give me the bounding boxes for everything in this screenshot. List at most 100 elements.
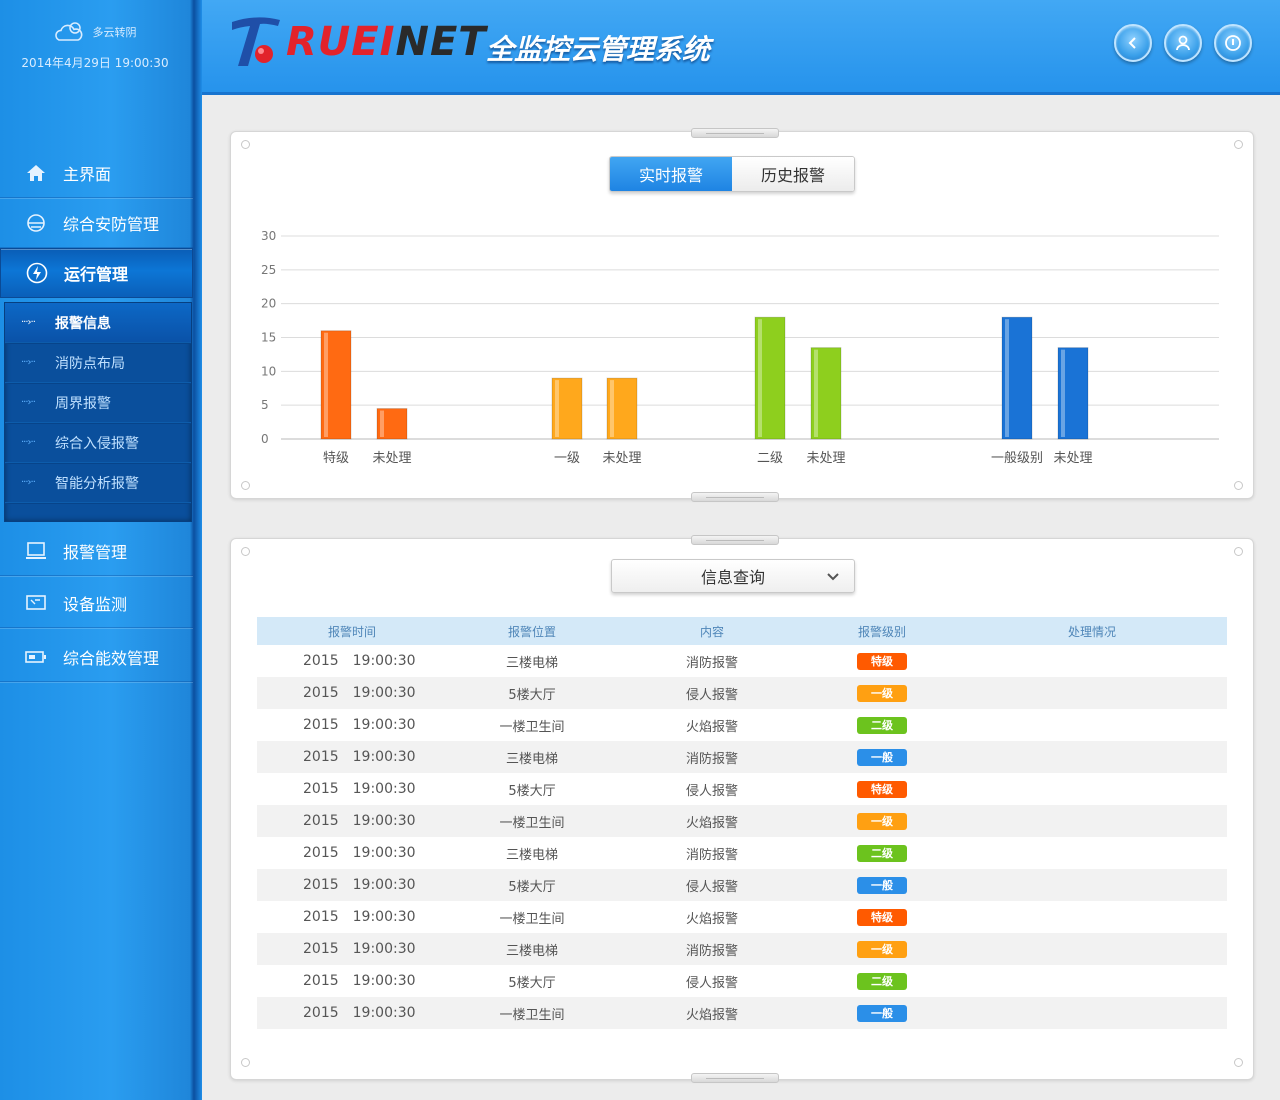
nav-label: 综合安防管理 bbox=[63, 214, 160, 234]
cell-content: 消防报警 bbox=[685, 847, 738, 863]
alarm-bar-chart: 051015202530特级 未处理 一级 未处理 二级 未处理 一般级别 未处理 bbox=[261, 229, 1219, 466]
subnav-label: 消防点布局 bbox=[55, 355, 125, 372]
cell-content: 侵人报警 bbox=[617, 677, 807, 709]
cell-location: 三楼电梯 bbox=[447, 933, 617, 965]
panel-rivet bbox=[1234, 1058, 1243, 1067]
cell-content: 侵人报警 bbox=[685, 975, 738, 991]
table-header-row: 报警时间 报警位置 内容 报警级别 处理情况 bbox=[257, 617, 1227, 645]
time-clock: 19:00:30 bbox=[352, 781, 416, 797]
time-date: 2015 bbox=[303, 813, 339, 829]
y-tick-label: 0 bbox=[261, 432, 269, 446]
table-row[interactable]: 2015 19:00:30 5楼大厅 侵人报警 一般 bbox=[257, 869, 1227, 901]
cell-level: 二级 bbox=[807, 709, 957, 741]
cell-level: 特级 bbox=[807, 645, 957, 677]
cell-content: 消防报警 bbox=[617, 741, 807, 773]
subnav-item-perimeter[interactable]: ···›·· 周界报警 bbox=[5, 383, 191, 423]
cell-time: 2015 19:00:30 bbox=[257, 709, 447, 741]
nav-label: 运行管理 bbox=[64, 265, 129, 284]
bar-highlight bbox=[1061, 349, 1065, 437]
nav-item-device-monitor[interactable]: 设备监测 bbox=[0, 578, 193, 628]
cell-status bbox=[957, 997, 1227, 1029]
cell-status bbox=[957, 709, 1227, 741]
subnav-item-intrusion[interactable]: ···›·· 综合入侵报警 bbox=[5, 423, 191, 463]
cell-level: 一级 bbox=[807, 933, 957, 965]
cell-time: 2015 19:00:30 bbox=[257, 805, 447, 837]
table-row[interactable]: 2015 19:00:30 一楼卫生间 火焰报警 特级 bbox=[257, 901, 1227, 933]
nav-item-operations[interactable]: 运行管理 bbox=[0, 248, 193, 298]
cell-level: 二级 bbox=[807, 965, 957, 997]
nav-item-alarm-mgmt[interactable]: 报警管理 bbox=[0, 526, 193, 576]
y-tick-label: 15 bbox=[261, 331, 276, 345]
cell-content: 消防报警 bbox=[617, 933, 807, 965]
brand-logo: RUEINET bbox=[226, 14, 487, 70]
time-date: 2015 bbox=[303, 653, 339, 669]
panel-rivet bbox=[241, 1058, 250, 1067]
cell-time: 2015 19:00:30 bbox=[257, 965, 447, 997]
cell-location: 三楼电梯 bbox=[505, 847, 558, 863]
level-badge: 一级 bbox=[857, 684, 907, 702]
chevron-right-icon: ···›·· bbox=[21, 317, 36, 328]
time-clock: 19:00:30 bbox=[352, 845, 416, 861]
table-row[interactable]: 2015 19:00:30 三楼电梯 消防报警 特级 bbox=[257, 645, 1227, 677]
cell-time: 2015 19:00:30 bbox=[257, 933, 447, 965]
cell-content: 侵人报警 bbox=[685, 783, 738, 799]
time-clock: 19:00:30 bbox=[352, 813, 416, 829]
nav-item-energy[interactable]: 综合能效管理 bbox=[0, 632, 193, 682]
cell-status bbox=[957, 805, 1227, 837]
cell-content: 火焰报警 bbox=[685, 911, 738, 927]
logo-text-red: RUEI bbox=[286, 19, 396, 65]
cell-time: 2015 19:00:30 bbox=[257, 869, 447, 901]
back-button[interactable] bbox=[1114, 24, 1152, 62]
level-badge: 一级 bbox=[857, 940, 907, 958]
time-clock: 19:00:30 bbox=[352, 909, 416, 925]
nav-label: 设备监测 bbox=[63, 594, 128, 614]
subnav-item-smart-analysis[interactable]: ···›·· 智能分析报警 bbox=[5, 463, 191, 503]
time-date: 2015 bbox=[303, 717, 339, 733]
subnav-item-fire-layout[interactable]: ···›·· 消防点布局 bbox=[5, 343, 191, 383]
column-header: 报警时间 bbox=[257, 617, 447, 645]
cell-content: 消防报警 bbox=[685, 655, 738, 671]
column-header: 报警位置 bbox=[447, 617, 617, 645]
alarm-table-panel: 信息查询 报警时间 报警位置 内容 报警级别 处理情况 2015 19:00:30… bbox=[230, 535, 1254, 1083]
home-icon bbox=[25, 162, 47, 184]
cell-time: 2015 19:00:30 bbox=[257, 997, 447, 1029]
table-row[interactable]: 2015 19:00:30 5楼大厅 侵人报警 二级 bbox=[257, 965, 1227, 997]
time-clock: 19:00:30 bbox=[352, 653, 416, 669]
chevron-right-icon: ···›·· bbox=[21, 477, 36, 488]
table-row[interactable]: 2015 19:00:30 三楼电梯 消防报警 一般 bbox=[257, 741, 1227, 773]
time-date: 2015 bbox=[303, 781, 339, 797]
bar-highlight bbox=[324, 332, 328, 437]
x-tick-label: 未处理 bbox=[806, 451, 845, 466]
cell-location: 一楼卫生间 bbox=[447, 805, 617, 837]
level-badge: 一般 bbox=[857, 1004, 907, 1022]
nav-item-home[interactable]: 主界面 bbox=[0, 148, 193, 198]
cell-location: 一楼卫生间 bbox=[499, 719, 565, 735]
cell-level: 一级 bbox=[807, 677, 957, 709]
datetime: 2014年4月29日 19:00:30 bbox=[21, 56, 169, 70]
table-row[interactable]: 2015 19:00:30 一楼卫生间 火焰报警 二级 bbox=[257, 709, 1227, 741]
info-query-select[interactable]: 信息查询 bbox=[611, 559, 855, 593]
level-badge: 特级 bbox=[857, 652, 907, 670]
info-button[interactable] bbox=[1214, 24, 1252, 62]
cell-time: 2015 19:00:30 bbox=[257, 741, 447, 773]
table-row[interactable]: 2015 19:00:30 一楼卫生间 火焰报警 一级 bbox=[257, 805, 1227, 837]
cell-time: 2015 19:00:30 bbox=[257, 837, 447, 869]
user-button[interactable] bbox=[1164, 24, 1202, 62]
nav-item-security[interactable]: 综合安防管理 bbox=[0, 198, 193, 248]
cell-location: 一楼卫生间 bbox=[447, 997, 617, 1029]
table-row[interactable]: 2015 19:00:30 三楼电梯 消防报警 一级 bbox=[257, 933, 1227, 965]
table-row[interactable]: 2015 19:00:30 5楼大厅 侵人报警 一级 bbox=[257, 677, 1227, 709]
table-row[interactable]: 2015 19:00:30 一楼卫生间 火焰报警 一般 bbox=[257, 997, 1227, 1029]
cell-time: 2015 19:00:30 bbox=[257, 645, 447, 677]
bar-highlight bbox=[555, 380, 559, 437]
cloudy-weather-icon bbox=[55, 22, 83, 41]
time-clock: 19:00:30 bbox=[352, 717, 416, 733]
table-row[interactable]: 2015 19:00:30 三楼电梯 消防报警 二级 bbox=[257, 837, 1227, 869]
subnav-item-alarm-info[interactable]: ···›·· 报警信息 bbox=[5, 303, 191, 343]
x-tick-label: 未处理 bbox=[1053, 451, 1092, 466]
subnav-label: 综合入侵报警 bbox=[55, 435, 139, 452]
level-badge: 特级 bbox=[857, 908, 907, 926]
cell-location: 5楼大厅 bbox=[447, 677, 617, 709]
table-row[interactable]: 2015 19:00:30 5楼大厅 侵人报警 特级 bbox=[257, 773, 1227, 805]
header: RUEINET 全监控云管理系统 bbox=[202, 0, 1280, 95]
